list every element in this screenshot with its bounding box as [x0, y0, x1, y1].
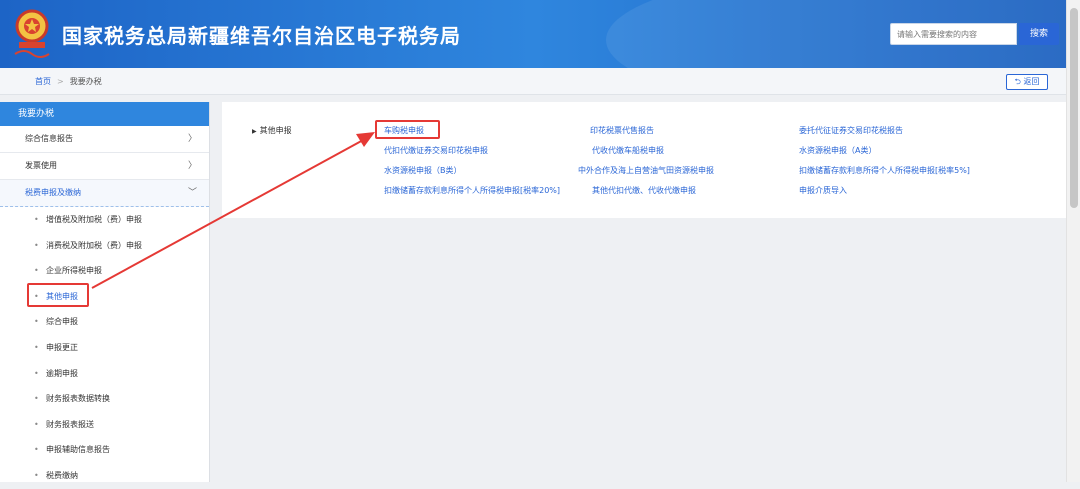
sidebar-subitem-label: 财务报表数据转换 — [46, 394, 110, 404]
sidebar-subitem-label: 申报更正 — [46, 342, 78, 352]
bullet-icon: • — [34, 419, 39, 429]
link-stamp-sale-report[interactable]: 印花税票代售报告 — [590, 125, 654, 136]
category-label: ▶ 其他申报 — [252, 125, 292, 136]
sidebar-item-tax-filing[interactable]: 税费申报及缴纳 ﹀ — [0, 180, 209, 207]
bullet-icon: • — [34, 240, 39, 250]
page-scrollbar[interactable] — [1066, 0, 1080, 482]
sidebar-subitem-consumption-tax[interactable]: • 消费税及附加税（费）申报 — [0, 233, 209, 259]
bullet-icon: • — [34, 470, 39, 480]
link-offshore-oilfield-tax[interactable]: 中外合作及海上自营油气田资源税申报 — [578, 165, 714, 176]
bullet-icon: • — [34, 317, 39, 327]
highlight-box-sidebar — [27, 283, 89, 307]
chevron-right-icon: 〉 — [187, 134, 197, 144]
sidebar-item-label: 发票使用 — [25, 161, 57, 170]
bullet-icon: • — [34, 342, 39, 352]
triangle-right-icon: ▶ — [252, 128, 257, 135]
bullet-icon: • — [34, 368, 39, 378]
sidebar-subitem-label: 逾期申报 — [46, 368, 78, 378]
sidebar-subitem-tax-payment[interactable]: • 税费缴纳 — [0, 463, 209, 489]
breadcrumb: 首页 > 我要办税 — [35, 76, 102, 87]
sidebar-subitem-label: 财务报表报送 — [46, 419, 94, 429]
link-other-withholding[interactable]: 其他代扣代缴、代收代缴申报 — [592, 185, 696, 196]
sidebar-header: 我要办税 — [0, 102, 209, 126]
link-water-resource-tax-a[interactable]: 水资源税申报（A类） — [799, 145, 876, 156]
sidebar-subitem-label: 税费缴纳 — [46, 470, 78, 480]
bullet-icon: • — [34, 445, 39, 455]
sidebar-subitem-label: 企业所得税申报 — [46, 266, 102, 276]
sidebar-subitem-filing-correction[interactable]: • 申报更正 — [0, 335, 209, 361]
site-header: 国家税务总局新疆维吾尔自治区电子税务局 搜索 — [0, 0, 1066, 68]
sidebar-item-invoice-use[interactable]: 发票使用 〉 — [0, 153, 209, 180]
breadcrumb-current: 我要办税 — [69, 77, 102, 86]
bullet-icon: • — [34, 266, 39, 276]
back-button-label: 返回 — [1023, 77, 1040, 86]
chevron-right-icon: 〉 — [187, 161, 197, 171]
sidebar-subitem-enterprise-income-tax[interactable]: • 企业所得税申报 — [0, 258, 209, 284]
link-securities-stamp-duty[interactable]: 代扣代缴证券交易印花税申报 — [384, 145, 488, 156]
breadcrumb-separator: > — [57, 77, 64, 86]
sidebar-item-comprehensive-info[interactable]: 综合信息报告 〉 — [0, 126, 209, 153]
sidebar-item-label: 综合信息报告 — [25, 134, 73, 143]
search-input[interactable] — [890, 23, 1017, 45]
link-water-resource-tax-b[interactable]: 水资源税申报（B类） — [384, 165, 462, 176]
link-media-import[interactable]: 申报介质导入 — [799, 185, 847, 196]
tax-emblem-icon — [14, 9, 50, 58]
sidebar-subitem-auxiliary-info[interactable]: • 申报辅助信息报告 — [0, 437, 209, 463]
sidebar-item-label: 税费申报及缴纳 — [25, 188, 81, 197]
sidebar-subitem-overdue-filing[interactable]: • 逾期申报 — [0, 361, 209, 387]
site-title: 国家税务总局新疆维吾尔自治区电子税务局 — [62, 24, 461, 48]
sidebar-subitem-label: 申报辅助信息报告 — [46, 445, 110, 455]
chevron-down-icon: ﹀ — [187, 188, 197, 198]
back-button[interactable]: ⮌ 返回 — [1006, 74, 1048, 90]
sidebar-subitem-report-submission[interactable]: • 财务报表报送 — [0, 412, 209, 438]
category-text: 其他申报 — [259, 126, 292, 135]
link-entrusted-stamp-duty[interactable]: 委托代征证券交易印花税报告 — [799, 125, 903, 136]
sidebar-subitem-label: 消费税及附加税（费）申报 — [46, 240, 142, 250]
link-vehicle-vessel-tax[interactable]: 代收代缴车船税申报 — [592, 145, 664, 156]
sidebar-subitem-combined-filing[interactable]: • 综合申报 — [0, 309, 209, 335]
link-interest-income-tax-5[interactable]: 扣缴储蓄存款利息所得个人所得税申报[税率5%] — [799, 165, 970, 176]
back-arrow-icon: ⮌ — [1014, 77, 1021, 86]
sidebar-subitem-label: 综合申报 — [46, 317, 78, 327]
content-panel: ▶ 其他申报 车购税申报 代扣代缴证券交易印花税申报 水资源税申报（B类） 扣缴储… — [222, 102, 1066, 218]
bullet-icon: • — [34, 215, 39, 224]
link-interest-income-tax-20[interactable]: 扣缴储蓄存款利息所得个人所得税申报[税率20%] — [384, 185, 560, 196]
scrollbar-thumb[interactable] — [1070, 8, 1078, 208]
breadcrumb-home[interactable]: 首页 — [35, 77, 51, 86]
sidebar-subitem-label: 增值税及附加税（费）申报 — [46, 215, 142, 224]
highlight-box-link — [375, 120, 440, 139]
bullet-icon: • — [34, 394, 39, 404]
sidebar-subitem-report-conversion[interactable]: • 财务报表数据转换 — [0, 386, 209, 412]
breadcrumb-bar: 首页 > 我要办税 — [0, 68, 1066, 95]
sidebar-subitem-vat[interactable]: • 增值税及附加税（费）申报 — [0, 207, 209, 233]
search-button[interactable]: 搜索 — [1019, 23, 1059, 45]
